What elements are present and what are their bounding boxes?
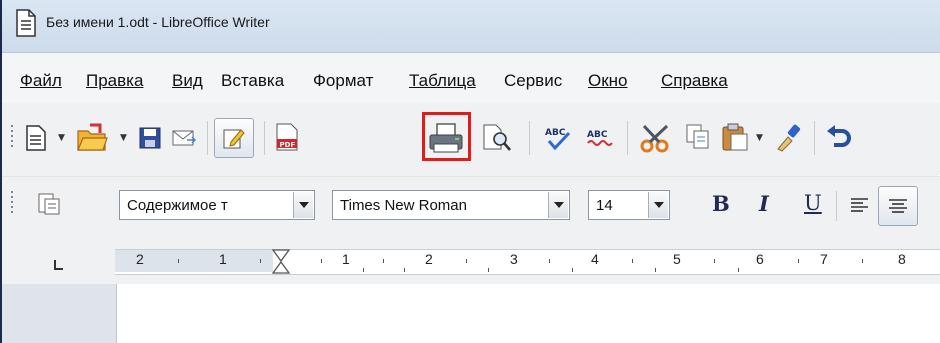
ruler-label: 6 [756,251,764,267]
paragraph-style-value: Содержимое т [127,197,228,214]
cut-icon[interactable] [640,123,672,153]
font-size-dropdown-arrow-icon[interactable] [648,192,668,218]
print-button-highlight [422,112,471,161]
ruler-tick [655,268,656,272]
open-dropdown-arrow-icon[interactable]: ▼ [120,133,127,143]
toolbar-grip[interactable] [11,191,14,216]
ruler-tick [383,259,384,263]
svg-text:ABC: ABC [545,128,566,138]
ruler-label: 3 [510,251,518,267]
undo-icon[interactable] [826,125,852,151]
ruler-tick [363,268,364,272]
svg-text:PDF: PDF [280,141,296,149]
font-size-combobox[interactable]: 14 [588,190,670,220]
toolbar-grip[interactable] [11,125,14,150]
italic-button[interactable]: I [759,191,769,216]
ruler-tick [632,259,633,263]
toolbar-separator [207,121,208,155]
copy-icon[interactable] [686,124,710,150]
ruler-label: 7 [820,251,828,267]
menu-format[interactable]: Формат [313,71,373,91]
ruler-tick [178,259,179,263]
menu-file[interactable]: Файл [20,71,62,91]
ruler-label: 1 [219,251,227,267]
ruler-tick [738,268,739,272]
email-icon[interactable] [172,130,196,147]
ruler-tick [321,259,322,263]
align-left-icon[interactable] [850,197,870,213]
align-center-icon [889,199,907,213]
paragraph-style-dropdown-arrow-icon[interactable] [293,192,313,218]
ruler-tick [862,259,863,263]
autospellcheck-icon[interactable]: ABC [586,125,616,151]
menu-edit[interactable]: Правка [86,71,143,91]
ruler-tick [572,268,573,272]
menu-bar: Файл Правка Вид Вставка Формат Таблица С… [2,53,940,103]
print-preview-icon[interactable] [482,123,512,153]
ruler-tick [714,259,715,263]
font-name-dropdown-arrow-icon[interactable] [548,192,568,218]
ruler-tick [466,259,467,263]
application-window: Без имени 1.odt - LibreOffice Writer Фай… [0,0,940,343]
toolbar-separator [836,191,837,221]
ruler-label: 5 [673,251,681,267]
font-name-combobox[interactable]: Times New Roman [332,190,570,220]
formatting-toolbar: Содержимое т Times New Roman 14 B I U [2,176,940,235]
menu-window[interactable]: Окно [588,71,628,91]
horizontal-ruler[interactable] [115,249,940,275]
menu-insert[interactable]: Вставка [221,71,284,91]
bold-button[interactable]: B [712,191,730,216]
ruler-label: 4 [591,251,599,267]
new-dropdown-arrow-icon[interactable]: ▼ [58,133,65,143]
menu-tools[interactable]: Сервис [504,71,562,91]
export-pdf-icon[interactable]: PDF [275,123,299,151]
ruler-label: 2 [425,251,433,267]
tab-stop-type-icon[interactable] [52,259,64,271]
document-page[interactable] [116,284,940,343]
edit-mode-icon [223,129,245,149]
ruler-tick [488,268,489,272]
ruler-label: 1 [342,251,350,267]
styles-icon[interactable] [38,193,62,215]
toolbar-separator [264,121,265,155]
ruler-label: 8 [898,251,906,267]
underline-button[interactable]: U [804,191,822,215]
spellcheck-icon[interactable]: ABC [544,124,572,152]
title-bar: Без имени 1.odt - LibreOffice Writer [2,0,940,53]
writer-document-icon [16,9,36,37]
window-title: Без имени 1.odt - LibreOffice Writer [46,14,270,30]
edit-mode-button[interactable] [214,118,254,158]
ruler-tick [260,259,261,263]
ruler-tick [798,259,799,263]
open-folder-icon[interactable] [76,123,108,153]
ruler-tick [549,259,550,263]
new-document-icon[interactable] [26,125,46,151]
ruler-label: 2 [136,251,144,267]
paragraph-style-combobox[interactable]: Содержимое т [119,190,315,220]
save-icon[interactable] [139,127,161,149]
paste-icon[interactable] [721,122,749,152]
font-name-value: Times New Roman [340,197,467,214]
menu-help[interactable]: Справка [661,71,728,91]
svg-text:ABC: ABC [587,130,608,140]
paste-dropdown-arrow-icon[interactable]: ▼ [756,133,763,143]
toolbar-separator [627,121,628,155]
menu-view[interactable]: Вид [172,71,203,91]
toolbar-separator [529,121,530,155]
font-size-value: 14 [596,197,613,214]
ruler-tick [404,268,405,272]
align-center-button[interactable] [878,186,918,226]
clone-formatting-icon[interactable] [774,123,804,153]
toolbar-separator [814,121,815,155]
menu-table[interactable]: Таблица [409,71,476,91]
indent-marker-icon[interactable] [271,249,291,275]
standard-toolbar: ▼ ▼ PDF ABC ABC ▼ [2,103,940,175]
